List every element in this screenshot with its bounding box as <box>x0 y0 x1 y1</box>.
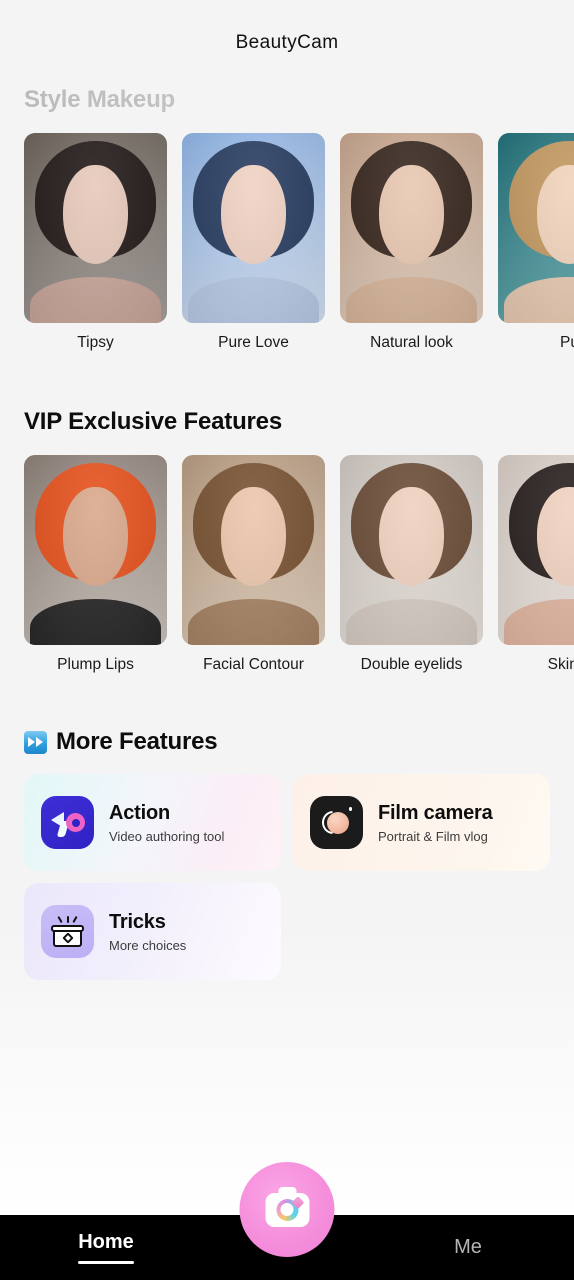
feature-tile-subtitle: More choices <box>109 937 187 953</box>
style-makeup-card[interactable]: Natural look <box>340 133 483 352</box>
vip-feature-label: Facial Contour <box>203 656 304 673</box>
vip-feature-thumbnail[interactable] <box>24 455 167 645</box>
vip-feature-card[interactable]: Double eyelids <box>340 455 483 674</box>
style-makeup-thumbnail[interactable] <box>24 133 167 323</box>
feature-tiles: Action Video authoring tool Film camera … <box>0 774 574 980</box>
feature-tile-film-camera[interactable]: Film camera Portrait & Film vlog <box>293 774 550 871</box>
style-makeup-label: Tipsy <box>77 334 114 351</box>
film-camera-icon <box>310 796 363 849</box>
feature-tile-title: Action <box>109 801 171 824</box>
vip-feature-card[interactable]: Facial Contour <box>182 455 325 674</box>
app-title: BeautyCam <box>235 32 339 53</box>
camera-shutter-button[interactable] <box>239 1162 335 1257</box>
vip-feature-label: Double eyelids <box>360 656 463 673</box>
feature-tile-subtitle: Video authoring tool <box>109 828 225 844</box>
action-icon <box>41 796 94 849</box>
feature-tile-subtitle: Portrait & Film vlog <box>378 828 488 844</box>
style-makeup-thumbnail[interactable] <box>340 133 483 323</box>
feature-tile-title: Film camera <box>378 801 493 824</box>
vip-feature-card[interactable]: Skin T <box>498 455 574 674</box>
nav-item-label: Me <box>454 1236 482 1258</box>
feature-tile-title: Tricks <box>109 910 166 933</box>
style-makeup-label: Pu <box>560 334 574 351</box>
section-title-vip-features: VIP Exclusive Features <box>24 408 282 435</box>
vip-features-rail[interactable]: Plump Lips Facial Contour Double eyelids Sk… <box>0 455 574 674</box>
style-makeup-thumbnail[interactable] <box>182 133 325 323</box>
style-makeup-card[interactable]: Pure Love <box>182 133 325 352</box>
vip-feature-thumbnail[interactable] <box>498 455 574 645</box>
section-title-style-makeup: Style Makeup <box>0 86 574 114</box>
vip-feature-thumbnail[interactable] <box>340 455 483 645</box>
style-makeup-label: Pure Love <box>218 334 289 351</box>
more-features-label: More Features <box>56 728 218 755</box>
fast-forward-icon <box>24 730 47 754</box>
style-makeup-card[interactable]: Pu <box>498 133 574 352</box>
feature-tile-action[interactable]: Action Video authoring tool <box>24 774 281 871</box>
style-makeup-rail[interactable]: Tipsy Pure Love Natural look Pu <box>0 133 574 352</box>
vip-feature-thumbnail[interactable] <box>182 455 325 645</box>
tricks-icon <box>41 905 94 958</box>
nav-item-me[interactable]: Me <box>362 1236 574 1259</box>
vip-feature-card[interactable]: Plump Lips <box>24 455 167 674</box>
vip-feature-label: Plump Lips <box>57 656 134 673</box>
nav-item-home[interactable]: Home <box>0 1231 212 1265</box>
app-header: BeautyCam <box>0 0 574 86</box>
section-title-more-features: More Features <box>0 728 574 756</box>
camera-icon <box>265 1186 309 1227</box>
style-makeup-thumbnail[interactable] <box>498 133 574 323</box>
style-makeup-card[interactable]: Tipsy <box>24 133 167 352</box>
vip-feature-label: Skin T <box>547 656 574 673</box>
nav-item-label: Home <box>78 1230 134 1253</box>
feature-tile-tricks[interactable]: Tricks More choices <box>24 883 281 980</box>
style-makeup-label: Natural look <box>370 334 453 351</box>
active-tab-indicator <box>78 1260 134 1265</box>
